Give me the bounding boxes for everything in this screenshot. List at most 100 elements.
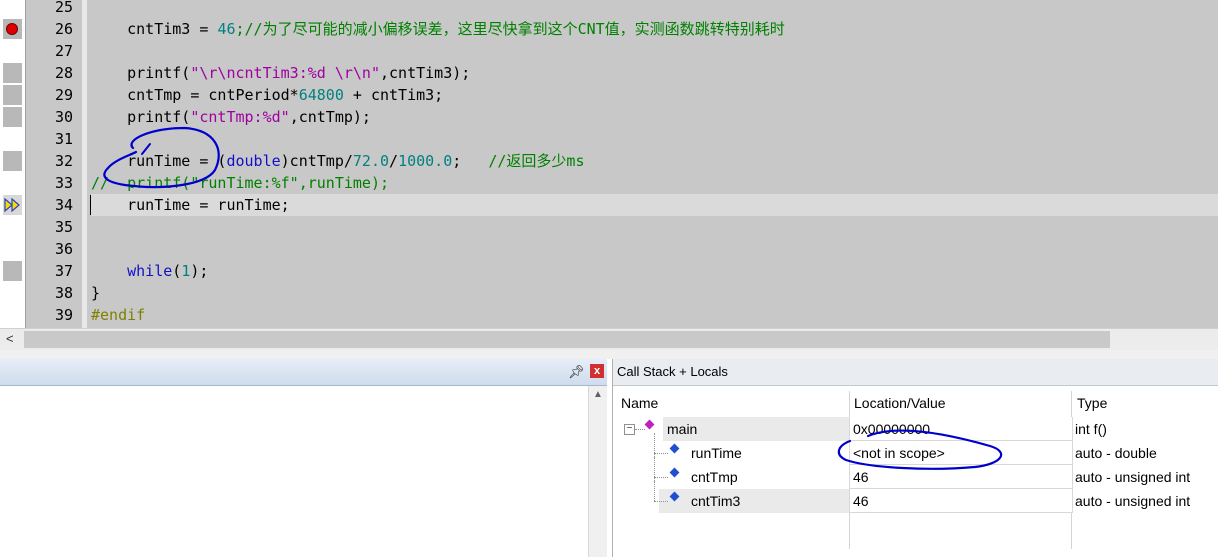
code-token: ,cntTmp);	[289, 108, 371, 126]
panel-tab[interactable]: Call Stack + Locals	[613, 359, 1218, 386]
local-variable-row[interactable]: cntTim3 46 auto - unsigned int	[613, 481, 1218, 513]
code-line[interactable]: while(1);	[91, 260, 1218, 282]
executable-line-marker[interactable]	[3, 261, 22, 281]
output-panel: 📌︎ x ▲	[0, 359, 607, 557]
tree-connector	[654, 477, 668, 478]
executable-line-marker[interactable]	[3, 63, 22, 83]
executable-line-marker[interactable]	[3, 151, 22, 171]
panel-title: Call Stack + Locals	[617, 364, 728, 379]
line-number: 29	[54, 86, 73, 104]
row-value: 0x00000000	[853, 421, 931, 437]
collapse-toggle-icon[interactable]: −	[624, 424, 635, 435]
line-number: 31	[54, 130, 73, 148]
code-line[interactable]	[91, 40, 1218, 62]
code-line[interactable]	[91, 0, 1218, 18]
line-number: 27	[54, 42, 73, 60]
code-line[interactable]: cntTim3 = 46;//为了尽可能的减小偏移误差，这里尽快拿到这个CNT值…	[91, 18, 1218, 40]
row-type: auto - unsigned int	[1075, 469, 1191, 485]
line-number: 34	[54, 196, 73, 214]
tree-connector	[654, 501, 668, 502]
code-token: ,cntTim3);	[380, 64, 471, 82]
row-value: 46	[853, 469, 869, 485]
code-token: runTime = (	[91, 152, 227, 170]
code-token: "cntTmp:%d"	[190, 108, 290, 126]
code-token: double	[226, 152, 281, 170]
gutter-separator	[82, 0, 87, 328]
column-header-type[interactable]: Type	[1077, 391, 1107, 415]
call-stack-locals-panel: Call Stack + Locals Name Location/Value …	[612, 359, 1218, 557]
tree-connector	[635, 429, 645, 430]
row-name: main	[667, 421, 698, 437]
code-token: }	[91, 284, 101, 302]
line-number: 26	[54, 20, 73, 38]
line-number: 36	[54, 240, 73, 258]
code-token: 1	[181, 262, 191, 280]
code-token: #endif	[91, 306, 146, 324]
line-number: 25	[54, 0, 73, 16]
code-line[interactable]: printf("\r\ncntTim3:%d \r\n",cntTim3);	[91, 62, 1218, 84]
line-number: 30	[54, 108, 73, 126]
line-number: 28	[54, 64, 73, 82]
text-caret	[90, 195, 91, 215]
code-token: runTime = runTime;	[91, 196, 290, 214]
code-token: printf(	[91, 64, 191, 82]
current-instruction-arrow-icon	[4, 198, 20, 212]
chevron-left-icon[interactable]: <	[6, 331, 14, 346]
column-header-name[interactable]: Name	[621, 391, 658, 415]
line-number: 35	[54, 218, 73, 236]
line-number: 39	[54, 306, 73, 324]
line-numbers: 25 26 27 28 29 30 31 32 33 34 35 36 37 38 39	[26, 0, 76, 328]
chevron-up-icon[interactable]: ▲	[593, 389, 603, 400]
horizontal-scrollbar[interactable]: <	[0, 328, 1218, 350]
executable-line-marker[interactable]	[3, 85, 22, 105]
line-number: 37	[54, 262, 73, 280]
vertical-scrollbar[interactable]: ▲	[588, 386, 607, 557]
code-token: )cntTmp/	[280, 152, 353, 170]
code-token: (	[172, 262, 182, 280]
value-cell[interactable]	[849, 489, 1073, 513]
code-line[interactable]: printf("cntTmp:%d",cntTmp);	[91, 106, 1218, 128]
code-token: + cntTim3;	[343, 86, 444, 104]
executable-line-marker[interactable]	[3, 107, 22, 127]
code-line[interactable]: // printf("runTime:%f",runTime);	[91, 172, 1218, 194]
close-icon[interactable]: x	[590, 364, 604, 378]
line-number: 33	[54, 174, 73, 192]
code-line[interactable]: cntTmp = cntPeriod*64800 + cntTim3;	[91, 84, 1218, 106]
code-line[interactable]: }	[91, 282, 1218, 304]
code-token: // printf("runTime:%f",runTime);	[91, 174, 390, 192]
code-token: while	[127, 262, 173, 280]
code-token: 46	[217, 20, 236, 38]
tree-connector	[654, 481, 655, 501]
code-line[interactable]: #endif	[91, 304, 1218, 326]
breakpoint-gutter[interactable]	[0, 0, 26, 328]
code-token: printf(	[91, 108, 191, 126]
stack-frame-row[interactable]: − main 0x00000000 int f()	[613, 417, 1218, 441]
code-token: ;//为了尽可能的减小偏移误差，这里尽快拿到这个CNT值，实测函数跳转特别耗时	[235, 20, 785, 38]
code-line[interactable]	[91, 128, 1218, 150]
code-token: "\r\ncntTim3:%d \r\n"	[190, 64, 380, 82]
code-line[interactable]	[91, 238, 1218, 260]
function-icon	[644, 419, 655, 430]
code-token: cntTim3 =	[91, 20, 218, 38]
pin-icon[interactable]: 📌︎	[568, 364, 585, 380]
panel-splitter[interactable]	[0, 350, 1218, 359]
tree-connector	[654, 453, 668, 454]
name-cell-bg	[659, 489, 849, 513]
code-editor[interactable]: 25 26 27 28 29 30 31 32 33 34 35 36 37 38 39 cntTim3 =…	[0, 0, 1218, 328]
local-variable-row[interactable]: cntTmp 46 auto - unsigned int	[613, 457, 1218, 489]
row-name: runTime	[691, 445, 742, 461]
code-token: cntTmp = cntPeriod*	[91, 86, 299, 104]
code-line[interactable]	[91, 216, 1218, 238]
scrollbar-thumb[interactable]	[24, 331, 1110, 348]
code-token: );	[190, 262, 209, 280]
value-cell[interactable]	[849, 465, 1073, 489]
column-header-value[interactable]: Location/Value	[854, 391, 946, 415]
code-line[interactable]: runTime = (double)cntTmp/72.0/1000.0; //…	[91, 150, 1218, 172]
code-line[interactable]: runTime = runTime;	[91, 194, 1218, 216]
name-cell-bg	[659, 441, 849, 465]
breakpoint-icon[interactable]	[6, 23, 18, 35]
local-variable-row[interactable]: runTime <not in scope> auto - double	[613, 433, 1218, 465]
row-value: 46	[853, 493, 869, 509]
line-number: 38	[54, 284, 73, 302]
